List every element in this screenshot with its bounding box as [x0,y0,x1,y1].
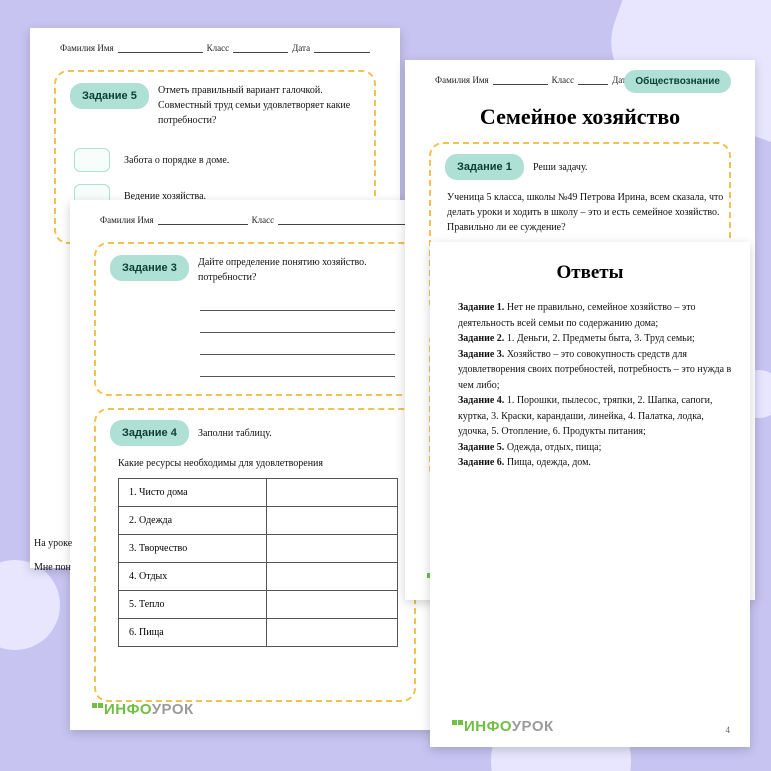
task-3-label: Задание 3 [110,255,189,281]
cell[interactable] [267,535,398,563]
label-name: Фамилия Имя [435,75,489,85]
cell: 4. Отдых [119,563,267,591]
cell: 1. Чисто дома [119,479,267,507]
label-date: Дата [292,43,310,53]
table-row: 6. Пища [119,619,398,647]
answer-text: Одежда, отдых, пища; [507,442,602,453]
cell[interactable] [267,479,398,507]
logo-green: ИНФО [464,718,512,735]
blank [278,214,410,225]
task-4-label: Задание 4 [110,420,189,446]
fragment-note-1: На уроке [34,536,72,551]
label-class: Класс [552,75,574,85]
page-number: 4 [726,725,731,735]
cell[interactable] [267,619,398,647]
blank [118,42,203,53]
cell[interactable] [267,507,398,535]
cell: 3. Творчество [119,535,267,563]
label-class: Класс [252,215,274,225]
blank [158,214,248,225]
label-name: Фамилия Имя [100,215,154,225]
answer-item: Задание 4. 1. Порошки, пылесос, тряпки, … [458,393,732,440]
answer-label: Задание 3. [458,349,504,360]
answer-item: Задание 2. 1. Деньги, 2. Предметы быта, … [458,331,732,347]
resources-table: 1. Чисто дома 2. Одежда 3. Творчество 4.… [118,478,398,647]
cell: 5. Тепло [119,591,267,619]
answer-item: Задание 1. Нет не правильно, семейное хо… [458,300,732,331]
table-row: 5. Тепло [119,591,398,619]
answer-item: Задание 5. Одежда, отдых, пища; [458,440,732,456]
blank [314,42,370,53]
table-row: 1. Чисто дома [119,479,398,507]
answer-label: Задание 2. [458,333,504,344]
table-caption: Какие ресурсы необходимы для удовлетворе… [118,456,418,471]
header-line: Фамилия Имя Класс [100,214,410,225]
fragment-note-2: Мне пон [34,560,71,575]
answers-page: Ответы Задание 1. Нет не правильно, семе… [430,242,750,747]
answer-item: Задание 6. Пища, одежда, дом. [458,455,732,471]
blank [578,74,608,85]
logo: ИНФОУРОК [92,701,194,718]
task-5-label: Задание 5 [70,83,149,109]
cell: 2. Одежда [119,507,267,535]
logo-green: ИНФО [104,701,152,718]
cell[interactable] [267,563,398,591]
task-5-text: Отметь правильный вариант галочкой. Совм… [158,83,378,128]
task-4-text: Заполни таблицу. [198,426,272,441]
label-name: Фамилия Имя [60,43,114,53]
table-row: 4. Отдых [119,563,398,591]
task-3-text: Дайте определение понятию хозяйство. пот… [198,255,408,285]
table-row: 2. Одежда [119,507,398,535]
subject-badge: Обществознание [624,70,731,93]
cell[interactable] [267,591,398,619]
main-title: Семейное хозяйство [405,104,755,130]
answer-text: Пища, одежда, дом. [507,457,591,468]
write-line [200,310,395,311]
write-line [200,332,395,333]
write-line [200,376,395,377]
logo-grey: УРОК [512,718,554,735]
option-1: Забота о порядке в доме. [124,153,229,168]
answer-label: Задание 1. [458,302,504,313]
logo-grey: УРОК [152,701,194,718]
blank [493,74,548,85]
task-1-prompt: Реши задачу. [533,160,587,175]
answer-text: 1. Деньги, 2. Предметы быта, 3. Труд сем… [507,333,695,344]
checkbox-1[interactable] [74,148,110,172]
table-row: 3. Творчество [119,535,398,563]
cell: 6. Пища [119,619,267,647]
answer-label: Задание 4. [458,395,504,406]
label-class: Класс [207,43,229,53]
answer-label: Задание 5. [458,442,504,453]
task-1-label: Задание 1 [445,154,524,180]
task-1-body: Ученица 5 класса, школы №49 Петрова Ирин… [447,190,727,235]
write-line [200,354,395,355]
answers-title: Ответы [430,262,750,284]
answers-body: Задание 1. Нет не правильно, семейное хо… [458,300,732,471]
canvas: Фамилия Имя Класс Дата Задание 5 Отметь … [0,0,771,771]
answer-item: Задание 3. Хозяйство – это совокупность … [458,347,732,394]
answer-label: Задание 6. [458,457,504,468]
worksheet-page-2: Фамилия Имя Класс Задание 3 Дайте опреде… [70,200,440,730]
blank [233,42,288,53]
header-line: Фамилия Имя Класс Дата [60,42,370,53]
logo: ИНФОУРОК [452,718,554,735]
